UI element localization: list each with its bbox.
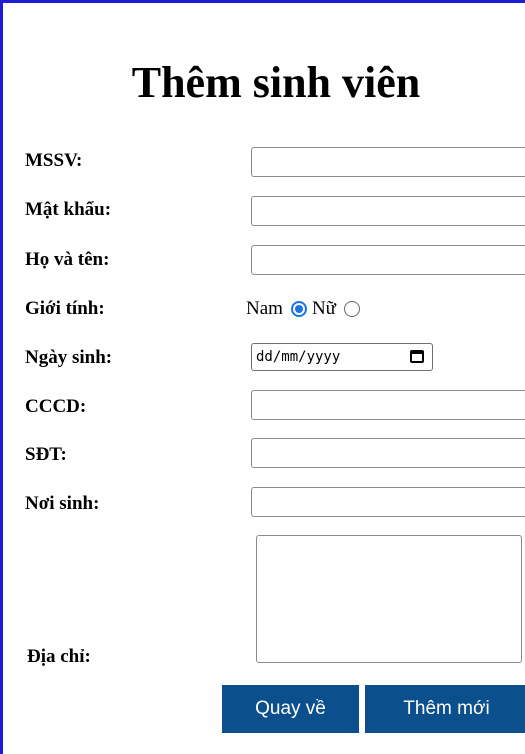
gender-option-female-radio[interactable] <box>343 301 360 317</box>
fullname-label: Họ và tên: <box>25 249 110 270</box>
cccd-input[interactable] <box>251 390 525 420</box>
phone-label: SĐT: <box>25 444 67 465</box>
dob-input[interactable]: dd/mm/yyyy <box>251 343 433 371</box>
form-container: Thêm sinh viên MSSV: Mật khẩu: Họ và tên… <box>0 0 525 754</box>
gender-option-female-label: Nữ <box>311 298 336 319</box>
address-textarea[interactable] <box>256 535 522 663</box>
add-button[interactable]: Thêm mới <box>365 685 525 733</box>
gender-option-male-radio[interactable] <box>290 301 307 317</box>
phone-input[interactable] <box>251 438 525 468</box>
gender-radio-group: Nam Nữ <box>246 297 365 321</box>
page-title: Thêm sinh viên <box>131 58 421 107</box>
gender-option-male-label: Nam <box>246 298 283 319</box>
cccd-label: CCCD: <box>25 396 87 417</box>
gender-label: Giới tính: <box>25 298 105 319</box>
mssv-label: MSSV: <box>25 150 83 171</box>
dob-placeholder: dd/mm/yyyy <box>256 349 341 365</box>
birthplace-input[interactable] <box>251 487 525 517</box>
address-label: Địa chỉ: <box>27 646 91 667</box>
password-label: Mật khẩu: <box>25 199 112 220</box>
password-input[interactable] <box>251 196 525 226</box>
dob-label: Ngày sinh: <box>25 347 113 368</box>
birthplace-label: Nơi sinh: <box>25 493 100 514</box>
fullname-input[interactable] <box>251 245 525 275</box>
back-button[interactable]: Quay về <box>222 685 359 733</box>
calendar-icon[interactable] <box>410 350 424 363</box>
mssv-input[interactable] <box>251 147 525 177</box>
